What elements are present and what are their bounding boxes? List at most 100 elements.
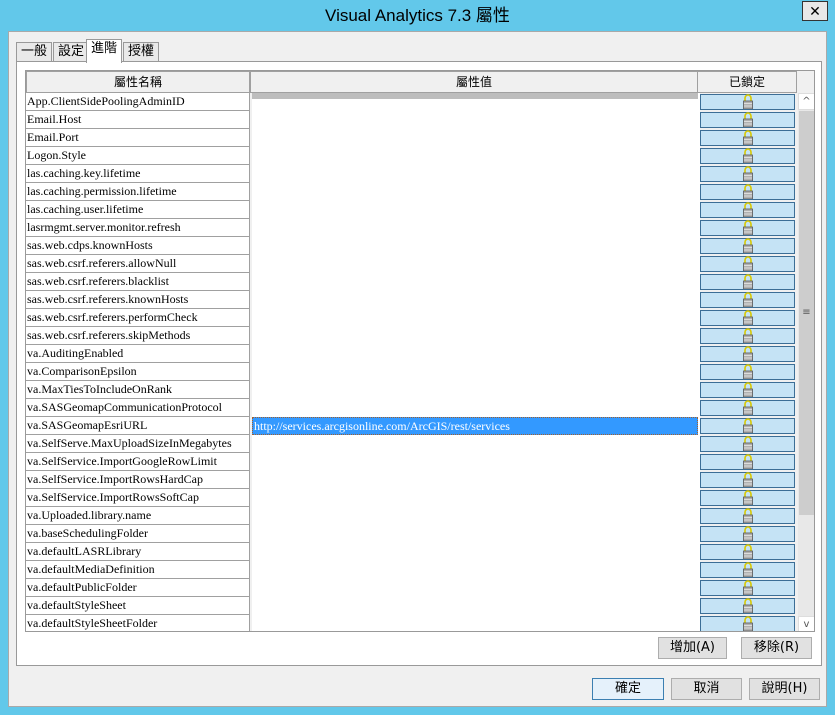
lock-toggle[interactable]	[700, 436, 795, 452]
lock-toggle[interactable]	[700, 310, 795, 326]
table-row-name[interactable]: va.Uploaded.library.name	[26, 507, 250, 525]
vertical-scrollbar[interactable]: ^ ≡ v	[798, 93, 814, 631]
scroll-thumb[interactable]: ≡	[799, 111, 814, 515]
table-row-name[interactable]: va.defaultLASRLibrary	[26, 543, 250, 561]
lock-icon	[742, 382, 754, 397]
table-row-name[interactable]: sas.web.csrf.referers.allowNull	[26, 255, 250, 273]
table-row-name[interactable]: va.defaultMediaDefinition	[26, 561, 250, 579]
lock-icon	[742, 580, 754, 595]
lock-toggle[interactable]	[700, 508, 795, 524]
selected-value-cell[interactable]: http://services.arcgisonline.com/ArcGIS/…	[252, 417, 698, 435]
lock-toggle[interactable]	[700, 148, 795, 164]
lock-toggle[interactable]	[700, 202, 795, 218]
tab-advanced[interactable]: 進階	[86, 39, 123, 63]
lock-toggle[interactable]	[700, 616, 795, 631]
table-row-name[interactable]: va.defaultPublicFolder	[26, 579, 250, 597]
lock-icon	[742, 436, 754, 451]
table-row-name[interactable]: va.baseSchedulingFolder	[26, 525, 250, 543]
lock-toggle[interactable]	[700, 184, 795, 200]
lock-toggle[interactable]	[700, 292, 795, 308]
table-row-name[interactable]: va.SelfServe.MaxUploadSizeInMegabytes	[26, 435, 250, 453]
lock-toggle[interactable]	[700, 544, 795, 560]
lock-toggle[interactable]	[700, 562, 795, 578]
table-row-name[interactable]: va.AuditingEnabled	[26, 345, 250, 363]
table-row-name[interactable]: sas.web.cdps.knownHosts	[26, 237, 250, 255]
lock-icon	[742, 130, 754, 145]
table-row-name[interactable]: las.caching.permission.lifetime	[26, 183, 250, 201]
table-row-name[interactable]: sas.web.csrf.referers.skipMethods	[26, 327, 250, 345]
lock-icon	[742, 346, 754, 361]
value-column	[252, 93, 700, 631]
lock-icon	[742, 292, 754, 307]
lock-toggle[interactable]	[700, 382, 795, 398]
help-button[interactable]: 說明(H)	[749, 678, 820, 700]
lock-icon	[742, 364, 754, 379]
lock-icon	[742, 418, 754, 433]
lock-toggle[interactable]	[700, 166, 795, 182]
table-row-name[interactable]: va.defaultStyleSheet	[26, 597, 250, 615]
tab-general[interactable]: 一般	[16, 42, 53, 62]
lock-toggle[interactable]	[700, 130, 795, 146]
lock-icon	[742, 148, 754, 163]
table-row-name[interactable]: las.caching.key.lifetime	[26, 165, 250, 183]
lock-icon	[742, 598, 754, 613]
lock-toggle[interactable]	[700, 490, 795, 506]
scroll-up-button[interactable]: ^	[798, 93, 814, 110]
table-row-name[interactable]: va.defaultStyleSheetFolder	[26, 615, 250, 631]
header-name[interactable]: 屬性名稱	[26, 71, 250, 93]
scroll-down-button[interactable]: v	[798, 616, 814, 631]
lock-icon	[742, 562, 754, 577]
table-row-name[interactable]: va.SelfService.ImportRowsHardCap	[26, 471, 250, 489]
lock-toggle[interactable]	[700, 526, 795, 542]
table-row-name[interactable]: va.SelfService.ImportGoogleRowLimit	[26, 453, 250, 471]
lock-toggle[interactable]	[700, 364, 795, 380]
table-row-name[interactable]: va.SASGeomapCommunicationProtocol	[26, 399, 250, 417]
table-row-name[interactable]: sas.web.csrf.referers.performCheck	[26, 309, 250, 327]
tab-settings[interactable]: 設定	[53, 42, 90, 62]
lock-icon	[742, 202, 754, 217]
lock-toggle[interactable]	[700, 598, 795, 614]
tab-authorization[interactable]: 授權	[123, 42, 160, 62]
lock-toggle[interactable]	[700, 400, 795, 416]
table-row-name[interactable]: va.SelfService.ImportRowsSoftCap	[26, 489, 250, 507]
lock-icon	[742, 184, 754, 199]
lock-icon	[742, 274, 754, 289]
lock-toggle[interactable]	[700, 418, 795, 434]
add-button[interactable]: 增加(A)	[658, 637, 727, 659]
cancel-button[interactable]: 取消	[671, 678, 742, 700]
table-row-name[interactable]: Email.Host	[26, 111, 250, 129]
window-title: Visual Analytics 7.3 屬性	[325, 6, 510, 25]
remove-button[interactable]: 移除(R)	[741, 637, 812, 659]
table-row-name[interactable]: las.caching.user.lifetime	[26, 201, 250, 219]
lock-icon	[742, 454, 754, 469]
lock-icon	[742, 220, 754, 235]
lock-toggle[interactable]	[700, 580, 795, 596]
header-value[interactable]: 屬性值	[250, 71, 698, 93]
table-row-name[interactable]: sas.web.csrf.referers.blacklist	[26, 273, 250, 291]
properties-table: 屬性名稱 屬性值 已鎖定 ^ ≡ v App.ClientSidePooling…	[25, 70, 815, 632]
table-row-name[interactable]: lasrmgmt.server.monitor.refresh	[26, 219, 250, 237]
table-row-name[interactable]: va.ComparisonEpsilon	[26, 363, 250, 381]
lock-icon	[742, 544, 754, 559]
lock-toggle[interactable]	[700, 454, 795, 470]
lock-toggle[interactable]	[700, 220, 795, 236]
lock-toggle[interactable]	[700, 328, 795, 344]
close-button[interactable]: ✕	[802, 1, 828, 21]
lock-toggle[interactable]	[700, 238, 795, 254]
lock-toggle[interactable]	[700, 472, 795, 488]
table-row-name[interactable]: App.ClientSidePoolingAdminID	[26, 93, 250, 111]
lock-toggle[interactable]	[700, 346, 795, 362]
table-row-name[interactable]: va.SASGeomapEsriURL	[26, 417, 250, 435]
header-locked[interactable]: 已鎖定	[697, 71, 797, 93]
table-row-name[interactable]: Email.Port	[26, 129, 250, 147]
table-row-name[interactable]: sas.web.csrf.referers.knownHosts	[26, 291, 250, 309]
lock-toggle[interactable]	[700, 256, 795, 272]
lock-toggle[interactable]	[700, 94, 795, 110]
ok-button[interactable]: 確定	[592, 678, 664, 700]
table-row-name[interactable]: Logon.Style	[26, 147, 250, 165]
table-row-name[interactable]: va.MaxTiesToIncludeOnRank	[26, 381, 250, 399]
lock-toggle[interactable]	[700, 112, 795, 128]
lock-icon	[742, 166, 754, 181]
lock-toggle[interactable]	[700, 274, 795, 290]
lock-icon	[742, 94, 754, 109]
